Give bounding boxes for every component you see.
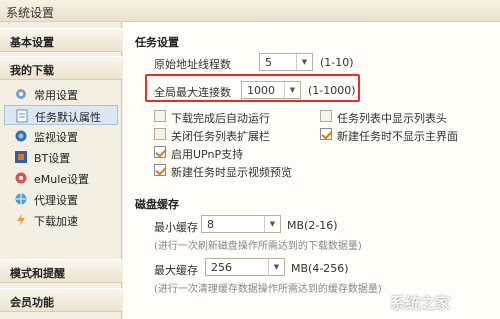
checkbox-show-list-header[interactable]: [320, 110, 332, 122]
max-cache-select[interactable]: 256 ▼: [205, 258, 285, 276]
max-cache-hint: (进行一次清理缓存数据操作所需达到的缓存数据量): [154, 284, 382, 295]
min-cache-value: 8: [207, 218, 214, 231]
emule-icon: [15, 172, 27, 184]
min-cache-select[interactable]: 8 ▼: [201, 215, 281, 233]
sidebar-item-label: 任务默认属性: [35, 111, 101, 124]
sidebar-item-label: 监视设置: [34, 131, 78, 144]
disk-cache-heading: 磁盘缓存: [135, 198, 179, 211]
sidebar: 基本设置 我的下载 常用设置 任务默认属性 监视设置 BT设置 eMule设置: [0, 22, 122, 319]
task-settings-heading: 任务设置: [135, 36, 179, 49]
sidebar-item-label: BT设置: [34, 152, 71, 165]
watermark: 系统之家: [390, 294, 451, 312]
lightning-icon: [17, 214, 25, 226]
red-highlight-box: [145, 74, 360, 102]
checkbox-hide-main-ui[interactable]: [320, 128, 332, 140]
sidebar-item-label: 代理设置: [34, 194, 78, 207]
settings-panel: 任务设置 原始地址线程数 5 ▼ (1-10) 全局最大连接数 1000 ▼ (…: [123, 22, 500, 319]
origin-threads-label: 原始地址线程数: [154, 58, 231, 71]
origin-threads-range: (1-10): [320, 56, 354, 69]
sidebar-section-member[interactable]: 会员功能: [0, 288, 122, 312]
checkbox-label: 任务列表中显示列表头: [337, 112, 447, 125]
origin-threads-value: 5: [265, 56, 272, 69]
sidebar-item-label: 常用设置: [34, 89, 78, 102]
bt-icon: [15, 151, 27, 163]
checkbox-label: 新建任务时显示视频预览: [171, 166, 292, 179]
checkbox-label: 下载完成后自动运行: [171, 112, 270, 125]
sidebar-item-task-defaults[interactable]: 任务默认属性: [4, 105, 118, 125]
chevron-down-icon: ▼: [268, 259, 284, 275]
sidebar-item-proxy[interactable]: 代理设置: [4, 189, 118, 209]
checkbox-label: 新建任务时不显示主界面: [337, 130, 458, 143]
checkbox-close-extension-bar[interactable]: [154, 128, 166, 140]
max-cache-unit: MB(4-256): [291, 262, 349, 275]
sidebar-section-mode[interactable]: 模式和提醒: [0, 259, 122, 283]
sidebar-section-my-download[interactable]: 我的下载: [0, 56, 122, 80]
title-bar: 系统设置: [0, 0, 500, 22]
min-cache-label: 最小缓存: [154, 221, 198, 234]
gear-icon: [16, 89, 26, 99]
chevron-down-icon: ▼: [296, 54, 312, 70]
min-cache-hint: (进行一次刷新磁盘操作所需达到的下载数据量): [154, 241, 362, 252]
checkbox-label: 关闭任务列表扩展栏: [171, 130, 270, 143]
sidebar-item-emule[interactable]: eMule设置: [4, 168, 118, 188]
proxy-globe-icon: [15, 193, 27, 205]
sidebar-item-bt[interactable]: BT设置: [4, 147, 118, 167]
sidebar-item-accelerate[interactable]: 下载加速: [4, 210, 118, 230]
sidebar-item-common[interactable]: 常用设置: [4, 84, 118, 104]
monitor-icon: [15, 130, 27, 142]
sidebar-section-basic[interactable]: 基本设置: [0, 28, 122, 52]
max-cache-label: 最大缓存: [154, 264, 198, 277]
max-cache-value: 256: [211, 261, 232, 274]
checkbox-label: 启用UPnP支持: [171, 148, 244, 161]
window-title: 系统设置: [6, 6, 55, 20]
origin-threads-select[interactable]: 5 ▼: [259, 53, 313, 71]
sidebar-item-label: 下载加速: [34, 215, 78, 228]
checkbox-upnp[interactable]: [154, 146, 166, 158]
checkbox-video-preview[interactable]: [154, 164, 166, 176]
sidebar-item-monitor[interactable]: 监视设置: [4, 126, 118, 146]
document-icon: [16, 109, 28, 123]
sidebar-item-label: eMule设置: [34, 173, 90, 186]
chevron-down-icon: ▼: [264, 216, 280, 232]
checkbox-auto-run[interactable]: [154, 110, 166, 122]
min-cache-unit: MB(2-16): [287, 219, 338, 232]
